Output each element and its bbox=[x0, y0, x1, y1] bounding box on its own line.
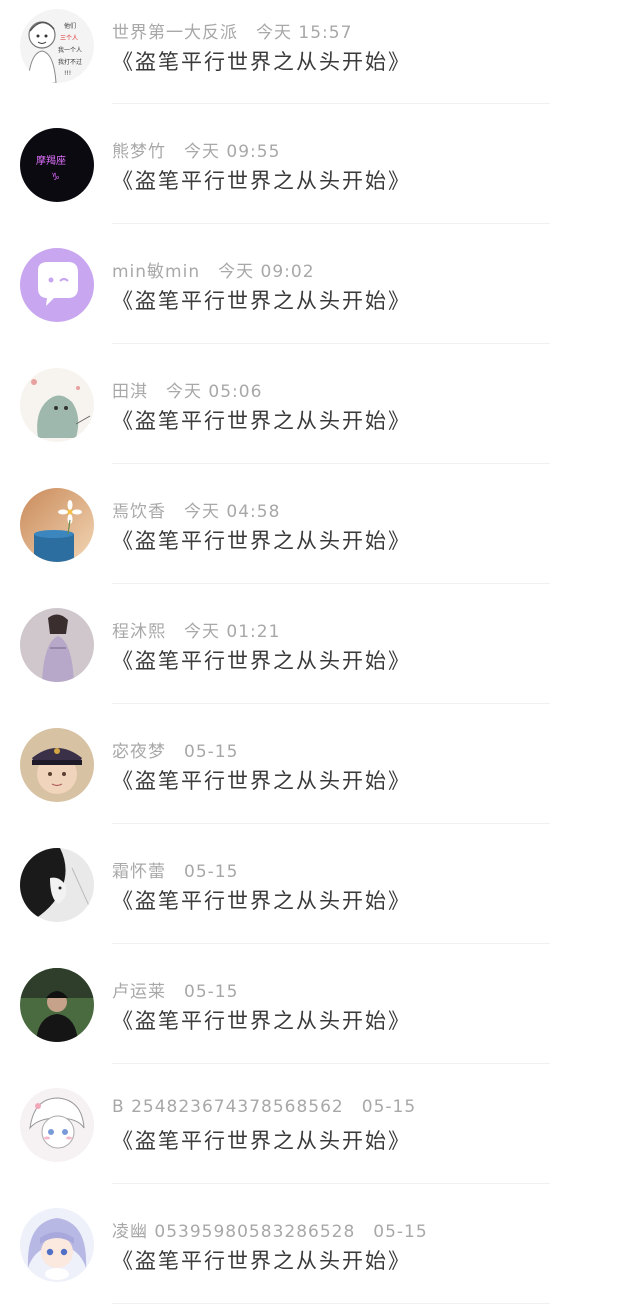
avatar[interactable] bbox=[20, 1208, 94, 1282]
comment-text: 《盗笔平行世界之从头开始》 bbox=[112, 889, 411, 913]
avatar[interactable]: 摩羯座 ♑ bbox=[20, 128, 94, 202]
timestamp: 05-15 bbox=[373, 1222, 428, 1242]
purple-chat-bubble-avatar-image bbox=[20, 248, 94, 322]
monochrome-portrait-avatar-image bbox=[20, 848, 94, 922]
timestamp: 今天 04:58 bbox=[184, 502, 281, 522]
comment-item[interactable]: 焉饮香 今天 04:58 《盗笔平行世界之从头开始》 bbox=[0, 464, 640, 584]
avatar-caption-line: ♑ bbox=[51, 172, 60, 183]
hanfu-photo-avatar-image bbox=[20, 608, 94, 682]
avatar[interactable] bbox=[20, 608, 94, 682]
avatar[interactable] bbox=[20, 848, 94, 922]
anime-sketch-avatar-image bbox=[20, 1088, 94, 1162]
comment-meta: 宓夜梦 05-15 bbox=[112, 737, 238, 762]
comment-item[interactable]: B 254823674378568562 05-15 《盗笔平行世界之从头开始》 bbox=[0, 1064, 640, 1184]
timestamp: 05-15 bbox=[184, 742, 239, 762]
comment-text: 《盗笔平行世界之从头开始》 bbox=[112, 1009, 411, 1033]
timestamp: 今天 09:02 bbox=[218, 262, 315, 282]
flower-cup-avatar-image bbox=[20, 488, 94, 562]
child-captain-hat-avatar-image bbox=[20, 728, 94, 802]
username[interactable]: 霜怀蕾 bbox=[112, 862, 166, 882]
avatar[interactable] bbox=[20, 248, 94, 322]
comment-meta: 卢运莱 05-15 bbox=[112, 977, 238, 1002]
avatar[interactable] bbox=[20, 728, 94, 802]
comment-item[interactable]: 宓夜梦 05-15 《盗笔平行世界之从头开始》 bbox=[0, 704, 640, 824]
avatar[interactable] bbox=[20, 1088, 94, 1162]
avatar-caption-line: !!! bbox=[64, 70, 71, 77]
timestamp: 05-15 bbox=[184, 982, 239, 1002]
avatar-caption-line: 三个人 bbox=[60, 35, 78, 42]
timestamp: 今天 05:06 bbox=[166, 382, 263, 402]
username[interactable]: B 254823674378568562 bbox=[112, 1097, 344, 1117]
username[interactable]: 凌幽 05395980583286528 bbox=[112, 1222, 355, 1242]
avatar[interactable]: 他们 三个人 我一个人 我打不过 !!! bbox=[20, 9, 94, 83]
username[interactable]: 世界第一大反派 bbox=[112, 23, 238, 43]
avatar-caption-line: 摩羯座 bbox=[36, 154, 66, 167]
comment-text: 《盗笔平行世界之从头开始》 bbox=[112, 529, 411, 553]
comment-meta: 程沐熙 今天 01:21 bbox=[112, 617, 280, 642]
comment-meta: min敏min 今天 09:02 bbox=[112, 257, 315, 282]
timestamp: 今天 09:55 bbox=[184, 142, 281, 162]
comment-text: 《盗笔平行世界之从头开始》 bbox=[112, 769, 411, 793]
avatar[interactable] bbox=[20, 968, 94, 1042]
neon-sign-avatar-image: 摩羯座 ♑ bbox=[20, 128, 94, 202]
comment-text: 《盗笔平行世界之从头开始》 bbox=[112, 169, 411, 193]
anime-girl-avatar-image bbox=[20, 1208, 94, 1282]
comment-text: 《盗笔平行世界之从头开始》 bbox=[112, 1249, 411, 1273]
comment-item[interactable]: 田淇 今天 05:06 《盗笔平行世界之从头开始》 bbox=[0, 344, 640, 464]
comment-text: 《盗笔平行世界之从头开始》 bbox=[112, 649, 411, 673]
avatar[interactable] bbox=[20, 488, 94, 562]
man-in-cap-avatar-image bbox=[20, 968, 94, 1042]
comment-item[interactable]: 程沐熙 今天 01:21 《盗笔平行世界之从头开始》 bbox=[0, 584, 640, 704]
comment-text: 《盗笔平行世界之从头开始》 bbox=[112, 409, 411, 433]
comment-item[interactable]: min敏min 今天 09:02 《盗笔平行世界之从头开始》 bbox=[0, 224, 640, 344]
avatar[interactable] bbox=[20, 368, 94, 442]
username[interactable]: 熊梦竹 bbox=[112, 142, 166, 162]
avatar-caption-line: 我打不过 bbox=[58, 58, 82, 66]
comment-meta: 世界第一大反派 今天 15:57 bbox=[112, 18, 352, 43]
timestamp: 今天 15:57 bbox=[256, 23, 353, 43]
comment-text: 《盗笔平行世界之从头开始》 bbox=[112, 50, 411, 74]
comment-item[interactable]: 摩羯座 ♑ 熊梦竹 今天 09:55 《盗笔平行世界之从头开始》 bbox=[0, 104, 640, 224]
username[interactable]: 卢运莱 bbox=[112, 982, 166, 1002]
avatar-caption-line: 他们 bbox=[64, 22, 76, 30]
username[interactable]: 焉饮香 bbox=[112, 502, 166, 522]
timestamp: 05-15 bbox=[361, 1097, 417, 1117]
comment-item[interactable]: 卢运莱 05-15 《盗笔平行世界之从头开始》 bbox=[0, 944, 640, 1064]
comment-meta: 凌幽 05395980583286528 05-15 bbox=[112, 1217, 428, 1242]
comment-meta: 熊梦竹 今天 09:55 bbox=[112, 137, 280, 162]
username[interactable]: 宓夜梦 bbox=[112, 742, 166, 762]
comment-item[interactable]: 凌幽 05395980583286528 05-15 《盗笔平行世界之从头开始》 bbox=[0, 1184, 640, 1304]
timestamp: 05-15 bbox=[184, 862, 239, 882]
comment-meta: 霜怀蕾 05-15 bbox=[112, 857, 238, 882]
comment-meta: B 254823674378568562 05-15 bbox=[112, 1097, 416, 1117]
comment-meta: 焉饮香 今天 04:58 bbox=[112, 497, 280, 522]
username[interactable]: 程沐熙 bbox=[112, 622, 166, 642]
comment-list: 他们 三个人 我一个人 我打不过 !!! 世界第一大反派 今天 15:57 《盗笔… bbox=[0, 0, 640, 1304]
comment-meta: 田淇 今天 05:06 bbox=[112, 377, 262, 402]
avatar-caption-line: 我一个人 bbox=[58, 46, 82, 54]
username[interactable]: min敏min bbox=[112, 262, 200, 282]
illustration-avatar-image bbox=[20, 368, 94, 442]
comment-item[interactable]: 霜怀蕾 05-15 《盗笔平行世界之从头开始》 bbox=[0, 824, 640, 944]
username[interactable]: 田淇 bbox=[112, 382, 148, 402]
timestamp: 今天 01:21 bbox=[184, 622, 281, 642]
cartoon-sketch-avatar-image: 他们 三个人 我一个人 我打不过 !!! bbox=[20, 9, 94, 83]
comment-text: 《盗笔平行世界之从头开始》 bbox=[112, 1129, 411, 1153]
comment-item[interactable]: 他们 三个人 我一个人 我打不过 !!! 世界第一大反派 今天 15:57 《盗笔… bbox=[0, 0, 640, 104]
comment-text: 《盗笔平行世界之从头开始》 bbox=[112, 289, 411, 313]
